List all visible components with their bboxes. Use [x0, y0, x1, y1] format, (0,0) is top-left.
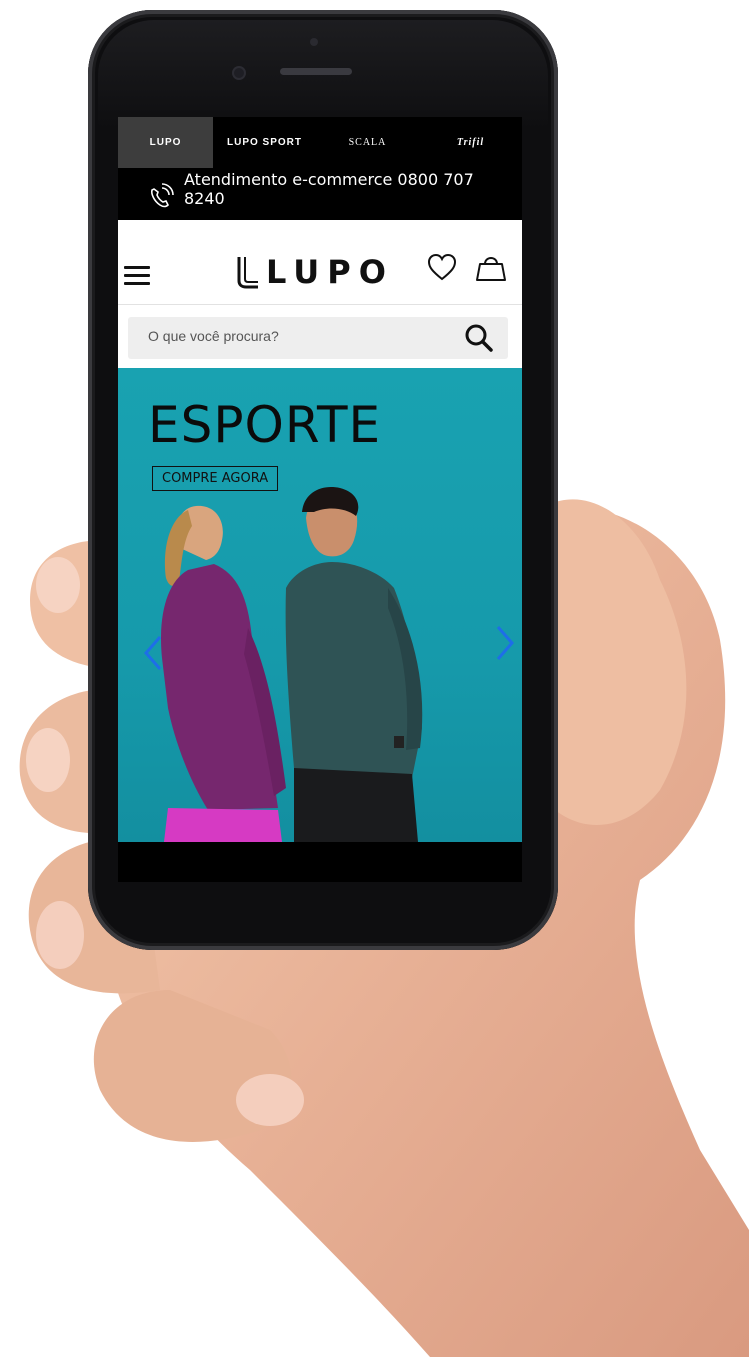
- search-icon[interactable]: [464, 323, 494, 353]
- front-camera-icon: [234, 68, 244, 78]
- site-header: LUPO: [118, 220, 522, 305]
- shopping-bag-icon[interactable]: [474, 250, 508, 284]
- sport-models-photo: [161, 487, 423, 842]
- brand-tabs: LUPO LUPO SPORT SCALA Trifil: [118, 117, 522, 168]
- carousel-next-icon[interactable]: [494, 624, 516, 662]
- lupo-logo[interactable]: LUPO: [236, 252, 394, 292]
- phone-screen: LUPO LUPO SPORT SCALA Trifil Atendimento…: [118, 117, 522, 842]
- front-sensor-icon: [310, 38, 318, 46]
- brand-tab-scala[interactable]: SCALA: [316, 117, 419, 168]
- heart-icon[interactable]: [427, 253, 457, 283]
- search-input[interactable]: [148, 328, 448, 344]
- menu-icon[interactable]: [124, 266, 150, 286]
- carousel-prev-icon[interactable]: [142, 634, 164, 672]
- brand-tab-trifil[interactable]: Trifil: [419, 117, 522, 168]
- phone-call-icon: [151, 183, 174, 208]
- hero-banner[interactable]: ESPORTE COMPRE AGORA: [118, 368, 522, 842]
- support-bar: Atendimento e-commerce 0800 707 8240: [118, 168, 522, 220]
- banner-title: ESPORTE: [148, 396, 382, 454]
- search-box: [128, 317, 508, 359]
- brand-tab-lupo-sport[interactable]: LUPO SPORT: [213, 117, 316, 168]
- support-phone-text[interactable]: Atendimento e-commerce 0800 707 8240: [184, 170, 512, 208]
- logo-wordmark: LUPO: [266, 253, 394, 291]
- phone-chin: [118, 842, 522, 882]
- search-bar: [118, 305, 522, 369]
- lupo-mark-icon: [237, 257, 258, 289]
- brand-tab-lupo[interactable]: LUPO: [118, 117, 213, 168]
- earpiece-speaker-icon: [280, 68, 352, 75]
